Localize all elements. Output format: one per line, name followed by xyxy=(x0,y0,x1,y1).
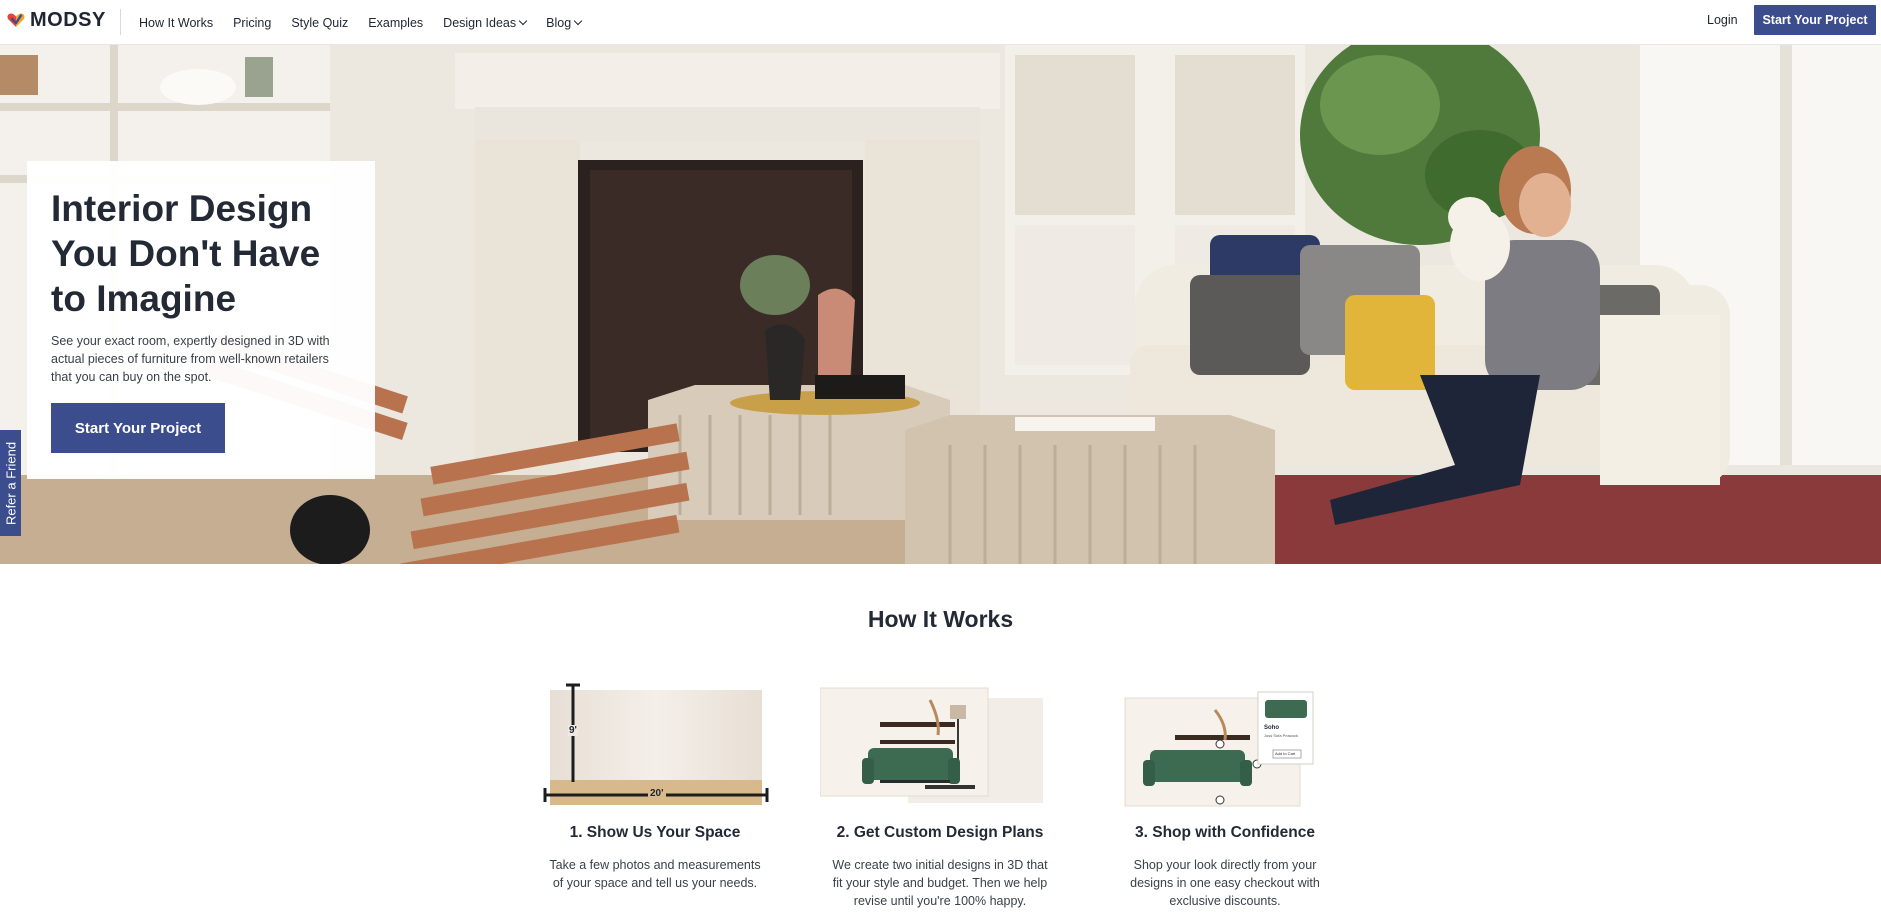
hero-card: Interior Design You Don't Have to Imagin… xyxy=(27,161,375,479)
nav-label: Design Ideas xyxy=(443,15,517,30)
step-3-title: 3. Shop with Confidence xyxy=(1135,824,1315,841)
width-label: 20' xyxy=(648,788,666,799)
hero-subtitle: See your exact room, expertly designed i… xyxy=(51,334,330,384)
login-link[interactable]: Login xyxy=(1707,13,1738,27)
step-3: Soho Joss Sofa Peacock Add to Cart 3. Sh… xyxy=(1105,680,1345,908)
heart-logo-icon xyxy=(7,13,25,27)
step-2: 2. Get Custom Design Plans We create two… xyxy=(819,680,1060,908)
header-divider xyxy=(120,9,121,35)
add-to-cart-button[interactable]: Add to Cart xyxy=(1275,751,1295,756)
step-2-illustration xyxy=(819,680,1060,810)
product-card-name: Soho xyxy=(1264,725,1279,731)
start-project-header-button[interactable]: Start Your Project xyxy=(1754,5,1876,35)
nav-style-quiz[interactable]: Style Quiz xyxy=(291,16,348,30)
step-3-description: Shop your look directly from your design… xyxy=(1130,858,1320,908)
step-2-title: 2. Get Custom Design Plans xyxy=(836,824,1044,841)
nav-how-it-works[interactable]: How It Works xyxy=(139,16,213,30)
logo[interactable]: MODSY xyxy=(6,9,106,31)
nav-examples[interactable]: Examples xyxy=(368,16,423,30)
refer-a-friend-tab[interactable]: Refer a Friend xyxy=(0,430,21,536)
nav-pricing[interactable]: Pricing xyxy=(233,16,271,30)
step-1-illustration: 9' 20' xyxy=(535,680,775,810)
nav-label: Examples xyxy=(368,15,424,30)
shop-checkout-icon xyxy=(1124,691,1314,807)
design-plans-icon xyxy=(819,687,1043,803)
step-3-illustration: Soho Joss Sofa Peacock Add to Cart xyxy=(1105,680,1345,810)
site-header: MODSY How It Works Pricing Style Quiz Ex… xyxy=(0,0,1881,45)
nav-label: Blog xyxy=(546,15,572,30)
main-nav: How It Works Pricing Style Quiz Examples… xyxy=(139,0,601,45)
nav-blog[interactable]: Blog xyxy=(546,15,583,30)
start-project-hero-button[interactable]: Start Your Project xyxy=(51,403,225,453)
step-1-description: Take a few photos and measurements of yo… xyxy=(549,858,761,890)
chevron-down-icon xyxy=(518,16,528,26)
step-1-title: 1. Show Us Your Space xyxy=(569,824,741,841)
hero-section: Interior Design You Don't Have to Imagin… xyxy=(0,45,1881,564)
nav-label: Pricing xyxy=(233,15,272,30)
how-it-works-title: How It Works xyxy=(867,606,1014,632)
nav-design-ideas[interactable]: Design Ideas xyxy=(443,15,528,30)
nav-label: Style Quiz xyxy=(291,15,349,30)
nav-label: How It Works xyxy=(139,15,214,30)
logo-wordmark: MODSY xyxy=(30,8,106,31)
height-label: 9' xyxy=(568,725,578,736)
chevron-down-icon xyxy=(573,16,583,26)
refer-label: Refer a Friend xyxy=(3,441,19,526)
hero-title: Interior Design You Don't Have to Imagin… xyxy=(51,188,321,319)
step-2-description: We create two initial designs in 3D that… xyxy=(832,858,1048,908)
step-1: 9' 20' 1. Show Us Your Space Take a few … xyxy=(535,680,775,890)
product-card-sub: Joss Sofa Peacock xyxy=(1264,733,1299,738)
